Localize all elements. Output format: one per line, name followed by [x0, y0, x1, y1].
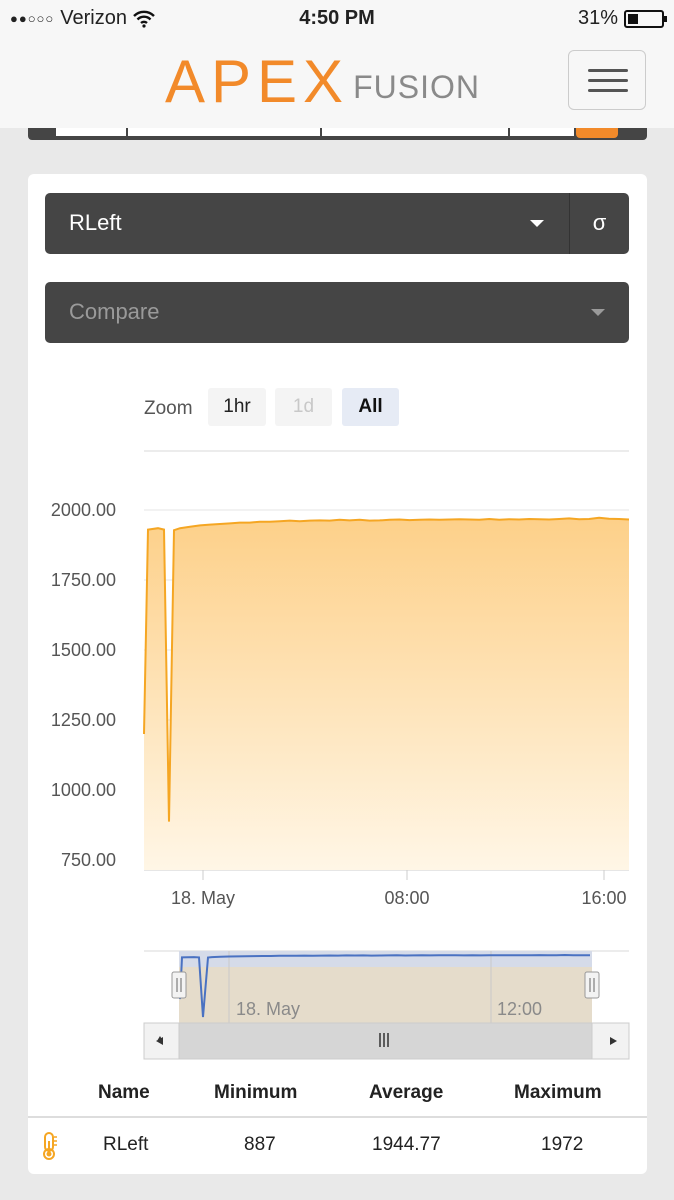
y-tick-label: 2000.00 — [51, 500, 116, 520]
table-cell-average: 1944.77 — [372, 1134, 441, 1155]
table-cell-name: RLeft — [103, 1134, 149, 1155]
series-area — [144, 517, 629, 870]
x-tick-label: 16:00 — [581, 888, 626, 908]
x-tick-label: 18. May — [171, 888, 235, 908]
x-tick-label: 08:00 — [384, 888, 429, 908]
thermometer-icon — [43, 1132, 57, 1160]
table-header-name: Name — [98, 1082, 150, 1103]
table-cell-minimum: 887 — [244, 1134, 276, 1155]
navigator-tick: 18. May — [236, 999, 300, 1019]
navigator-scrollbar-thumb[interactable] — [178, 1022, 593, 1060]
navigator-tick: 12:00 — [497, 999, 542, 1019]
y-tick-label: 1500.00 — [51, 640, 116, 660]
table-header-average: Average — [369, 1082, 444, 1103]
chart-navigator[interactable]: 18. May 12:00 — [0, 945, 674, 1065]
y-tick-label: 750.00 — [61, 850, 116, 870]
y-tick-label: 1250.00 — [51, 710, 116, 730]
table-header-minimum: Minimum — [214, 1082, 298, 1103]
y-tick-label: 1750.00 — [51, 570, 116, 590]
navigator-left-handle[interactable] — [171, 971, 187, 999]
table-divider — [28, 1116, 647, 1118]
table-cell-maximum: 1972 — [541, 1134, 584, 1155]
navigator-right-handle[interactable] — [584, 971, 600, 999]
y-tick-label: 1000.00 — [51, 780, 116, 800]
main-chart[interactable]: 2000.00 1750.00 1500.00 1250.00 1000.00 750.0… — [0, 0, 674, 920]
table-header-maximum: Maximum — [514, 1082, 602, 1103]
